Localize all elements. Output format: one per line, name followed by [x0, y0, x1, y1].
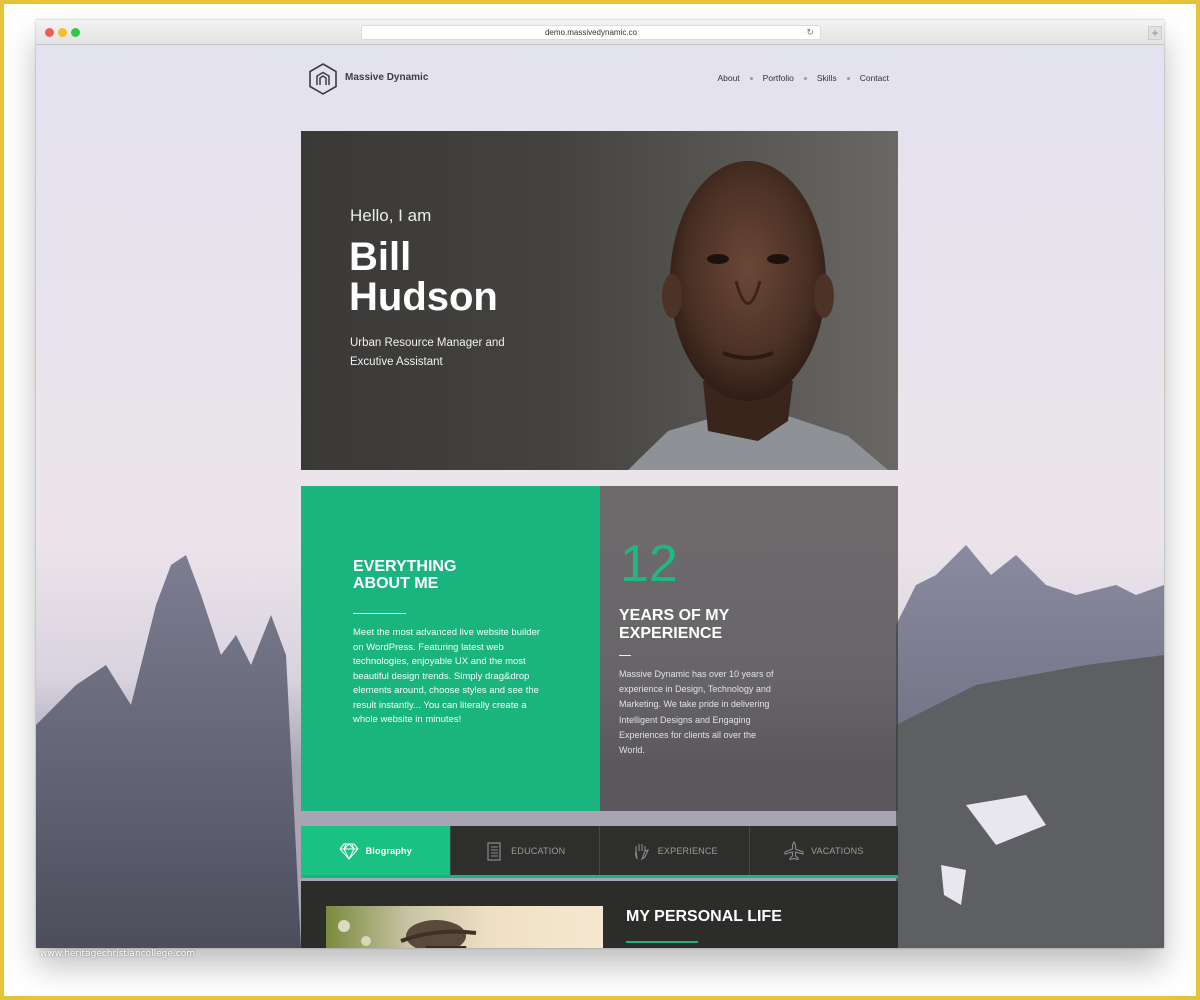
hero-name: Bill Hudson [349, 237, 498, 317]
browser-window: demo.massivedynamic.co ↻ + Massive Dynam… [36, 20, 1164, 948]
nav-item-about[interactable]: About [717, 73, 739, 83]
tab-label: VACATIONS [811, 845, 864, 856]
experience-title-line1: YEARS OF MY [619, 607, 730, 624]
minimize-window-button[interactable] [58, 28, 67, 37]
biography-title: MY PERSONAL LIFE [626, 908, 782, 925]
tab-label: EDUCATION [511, 845, 566, 856]
hero-first-name: Bill [349, 235, 412, 279]
profile-tabs: Biography EDUCATION EXPERIENCE VACATIONS [301, 826, 898, 878]
airplane-icon [784, 840, 804, 860]
nav-separator [846, 76, 850, 80]
logo-text[interactable]: Massive Dynamic [345, 72, 428, 83]
experience-title-line2: EXPERIENCE [619, 625, 723, 642]
nav-item-portfolio[interactable]: Portfolio [763, 73, 794, 83]
tab-vacations[interactable]: VACATIONS [750, 826, 899, 875]
about-panel: EVERYTHING ABOUT ME Meet the most advanc… [301, 486, 600, 811]
page-viewport: Massive Dynamic About Portfolio Skills C… [36, 45, 1164, 948]
logo-icon[interactable] [309, 63, 337, 95]
hero-greeting: Hello, I am [350, 206, 432, 225]
hero-role: Urban Resource Manager and Excutive Assi… [350, 334, 550, 372]
about-title-line1: EVERYTHING [353, 558, 457, 575]
about-text: Meet the most advanced live website buil… [353, 627, 540, 725]
browser-toolbar: demo.massivedynamic.co ↻ + [36, 20, 1164, 45]
nav-separator [803, 76, 807, 80]
nav-item-contact[interactable]: Contact [860, 73, 889, 83]
portrait-photo [558, 131, 898, 470]
reload-icon[interactable]: ↻ [806, 26, 814, 39]
biography-section: MY PERSONAL LIFE [301, 881, 898, 948]
hero-role-line1: Urban Resource Manager and [350, 337, 505, 349]
tab-label: Biography [365, 845, 412, 856]
watermark-text: www.heritagechristiancollege.com [40, 949, 195, 959]
close-window-button[interactable] [45, 28, 54, 37]
tab-education[interactable]: EDUCATION [451, 826, 600, 875]
experience-divider [619, 655, 631, 656]
tab-biography[interactable]: Biography [301, 826, 451, 875]
biography-divider [626, 941, 698, 943]
experience-text: Massive Dynamic has over 10 years of exp… [619, 669, 774, 756]
biography-photo [326, 906, 603, 948]
nav-separator [749, 76, 753, 80]
hero-section: Hello, I am Bill Hudson Urban Resource M… [301, 131, 898, 470]
clipboard-icon [487, 841, 501, 861]
about-title: EVERYTHING ABOUT ME [353, 558, 456, 592]
experience-panel: 12 YEARS OF MY EXPERIENCE Massive Dynami… [600, 486, 898, 811]
hand-icon [634, 843, 649, 860]
new-tab-button[interactable]: + [1148, 26, 1162, 40]
about-divider [353, 613, 406, 614]
site-header: Massive Dynamic About Portfolio Skills C… [309, 61, 889, 95]
diamond-icon [338, 842, 359, 860]
url-text: demo.massivedynamic.co [544, 28, 638, 37]
experience-title: YEARS OF MY EXPERIENCE [619, 607, 729, 643]
nav-item-skills[interactable]: Skills [817, 73, 837, 83]
hero-role-line2: Excutive Assistant [350, 356, 443, 368]
experience-years-number: 12 [620, 535, 678, 593]
tab-experience[interactable]: EXPERIENCE [600, 826, 750, 875]
hero-last-name: Hudson [349, 275, 498, 319]
maximize-window-button[interactable] [71, 28, 80, 37]
about-title-line2: ABOUT ME [353, 575, 439, 592]
tab-label: EXPERIENCE [657, 845, 718, 856]
main-nav: About Portfolio Skills Contact [717, 73, 889, 83]
address-bar[interactable]: demo.massivedynamic.co ↻ [361, 25, 821, 40]
